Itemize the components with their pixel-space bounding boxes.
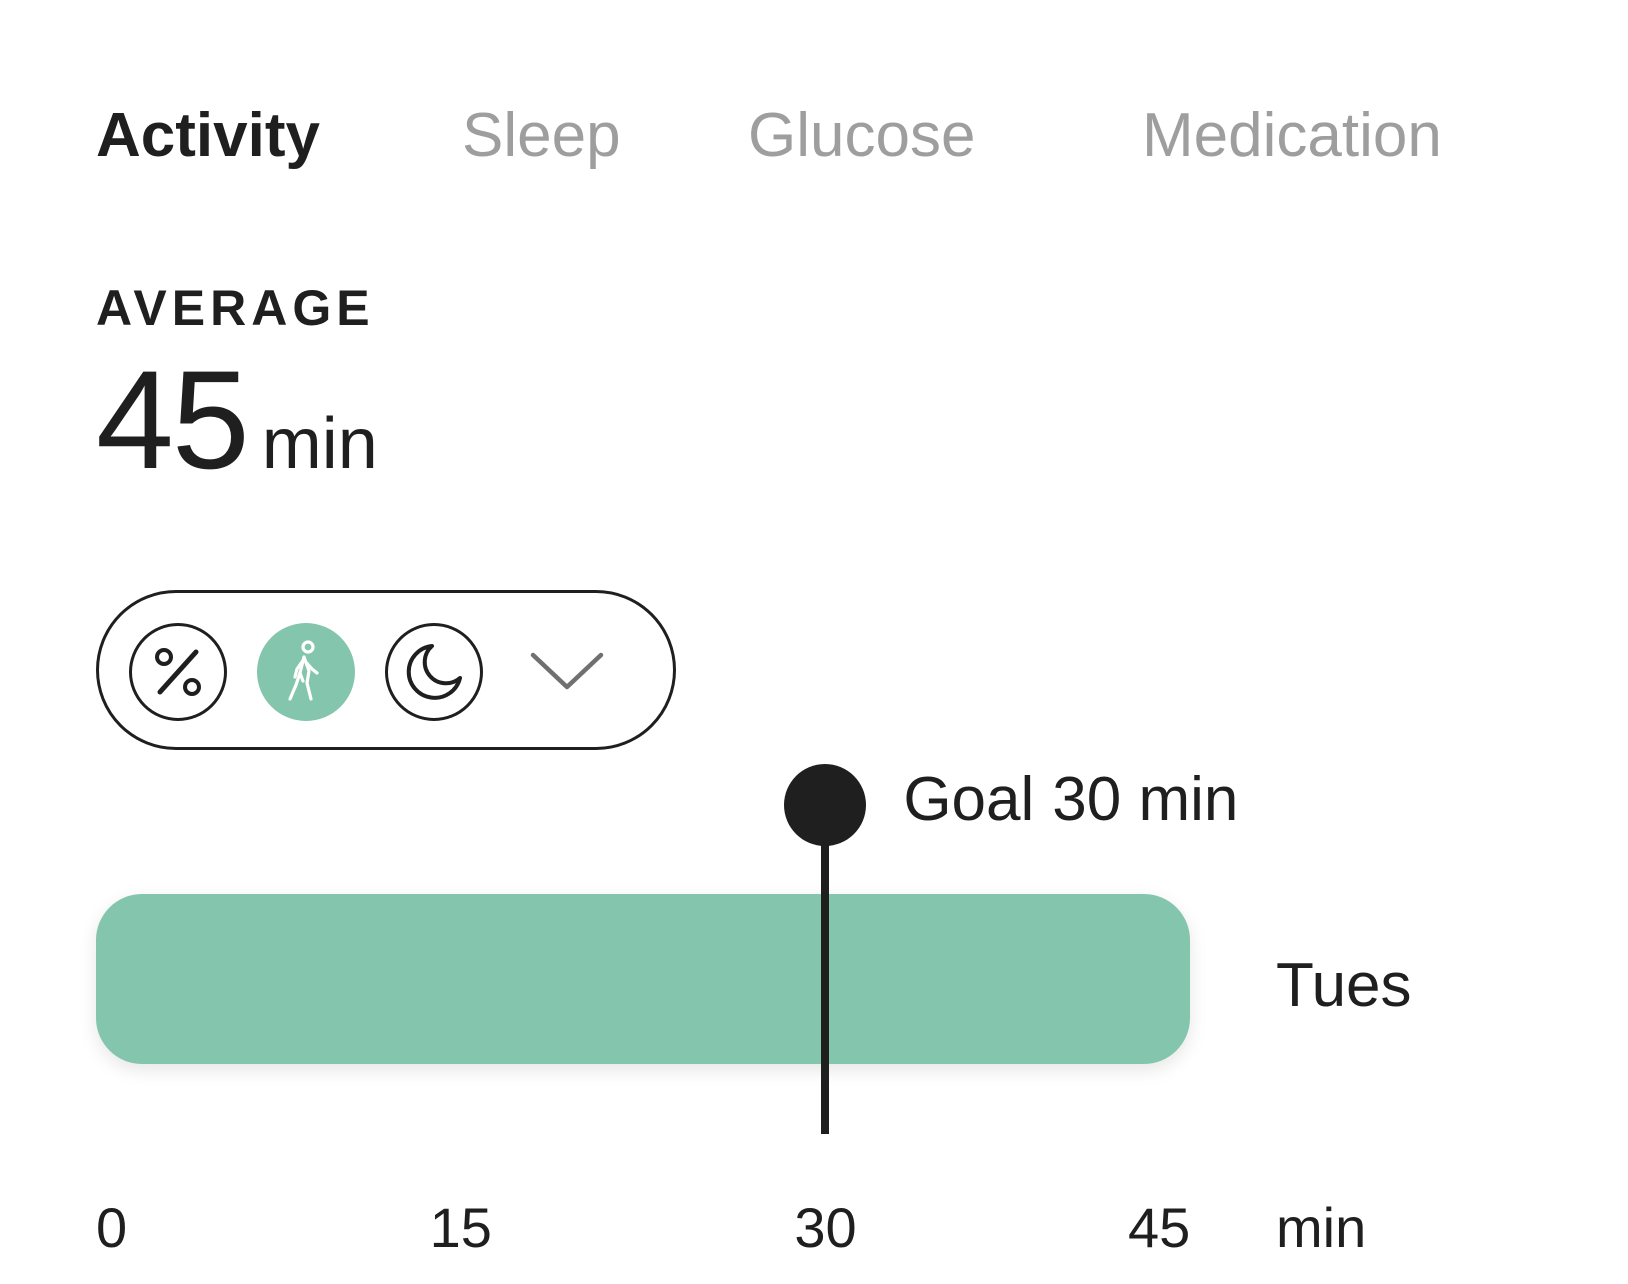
chevron-down-icon: [530, 652, 604, 690]
x-tick-label: 45: [1128, 1196, 1191, 1259]
walking-toggle-button[interactable]: [257, 623, 355, 721]
tab-sleep[interactable]: Sleep: [462, 96, 621, 176]
bar-tues[interactable]: [96, 894, 1190, 1064]
x-axis-unit: min: [1276, 1196, 1367, 1259]
x-tick-label: 0: [96, 1196, 128, 1259]
goal-label-value: 30 min: [1052, 765, 1239, 834]
x-tick-label: 30: [794, 1196, 857, 1259]
tab-glucose[interactable]: Glucose: [748, 96, 975, 176]
goal-marker[interactable]: [784, 764, 867, 846]
x-tick-label: 15: [429, 1196, 492, 1259]
goal-label-prefix: Goal: [903, 765, 1035, 834]
average-number: 45: [96, 341, 250, 498]
goal-line: [821, 800, 830, 1134]
average-label: AVERAGE: [96, 280, 375, 336]
tab-activity[interactable]: Activity: [96, 96, 320, 176]
percent-icon: [155, 648, 201, 696]
percent-toggle-button[interactable]: [129, 623, 227, 721]
tab-medication[interactable]: Medication: [1142, 96, 1442, 176]
goal-label: Goal 30 min: [903, 762, 1238, 838]
sleep-toggle-button[interactable]: [385, 623, 483, 721]
tab-bar: Activity Sleep Glucose Medication: [96, 96, 1536, 176]
average-unit: min: [261, 404, 378, 484]
metric-toggle-group: [96, 590, 676, 750]
more-options-button[interactable]: [527, 639, 607, 703]
walking-icon: [288, 640, 319, 701]
category-label-tues: Tues: [1276, 951, 1412, 1020]
average-value: 45 min: [96, 350, 378, 490]
moon-icon: [406, 644, 462, 700]
